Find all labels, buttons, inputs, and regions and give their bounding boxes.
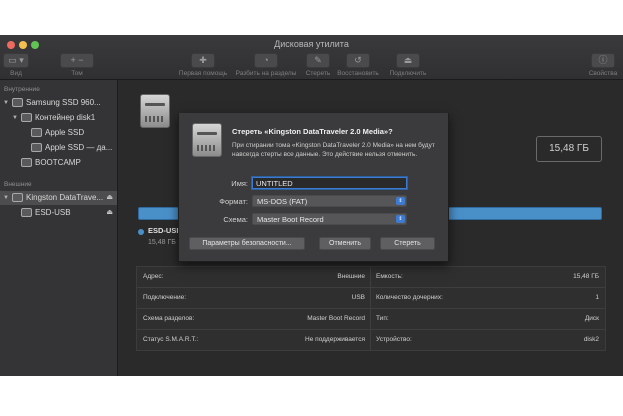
- disk-icon: [140, 94, 170, 128]
- eject-icon[interactable]: ⏏: [106, 206, 113, 220]
- info-key: Схема разделов:: [143, 315, 195, 322]
- toolbar-first-aid[interactable]: ✚ Первая помощь: [178, 53, 228, 77]
- info-value: Не поддерживается: [305, 336, 365, 343]
- sidebar-item-label: ESD-USB: [35, 208, 71, 217]
- info-value: disk2: [583, 336, 599, 343]
- partition-legend-name: ESD-USB: [148, 226, 182, 235]
- format-select-value: MS-DOS (FAT): [257, 197, 308, 206]
- sidebar-item-label: Kingston DataTrave...: [26, 193, 104, 202]
- sidebar-section-external: Внешние: [4, 181, 32, 188]
- external-disk-icon: [12, 193, 23, 202]
- sidebar: Внутренние ▼ Samsung SSD 960... ▼ Контей…: [0, 80, 118, 376]
- info-icon[interactable]: ⓘ: [591, 53, 615, 68]
- toolbar-first-aid-label: Первая помощь: [178, 70, 228, 77]
- toolbar-restore[interactable]: ↺ Восстановить: [335, 53, 381, 77]
- disclosure-triangle-icon[interactable]: ▼: [3, 96, 9, 110]
- name-label: Имя:: [231, 179, 248, 188]
- info-value: Диск: [584, 315, 599, 322]
- info-value: Master Boot Record: [307, 315, 365, 322]
- sidebar-item-label: Apple SSD: [45, 128, 85, 137]
- disk-utility-window: Дисковая утилита ▭ ▾ Вид + − Том ✚ Перва…: [0, 35, 623, 376]
- sidebar-item-apple-ssd-data[interactable]: Apple SSD — да...: [0, 141, 117, 155]
- info-value: 15,48 ГБ: [573, 273, 599, 280]
- sidebar-item-label: Apple SSD — да...: [45, 143, 113, 152]
- info-key: Емкость:: [376, 273, 403, 280]
- sidebar-item-label: BOOTCAMP: [35, 158, 81, 167]
- info-key: Адрес:: [143, 273, 164, 280]
- toolbar-erase[interactable]: ✎ Стереть: [303, 53, 333, 77]
- toolbar-volume[interactable]: + − Том: [60, 53, 94, 77]
- erase-button[interactable]: Стереть: [380, 237, 435, 250]
- sidebar-section-internal: Внутренние: [4, 86, 40, 93]
- toolbar-view-label: Вид: [10, 70, 22, 77]
- info-key: Тип:: [376, 315, 389, 322]
- volume-icon: [31, 128, 42, 137]
- sidebar-item-apple-ssd[interactable]: Apple SSD: [0, 126, 117, 140]
- info-key: Устройство:: [376, 336, 412, 343]
- add-remove-volume-icon[interactable]: + −: [60, 53, 94, 68]
- sidebar-item-esd-usb[interactable]: ESD-USB ⏏: [0, 206, 117, 220]
- toolbar-erase-label: Стереть: [305, 70, 331, 77]
- window-title: Дисковая утилита: [274, 39, 349, 49]
- format-select[interactable]: MS-DOS (FAT) ⇕: [252, 195, 407, 207]
- chevron-updown-icon: ⇕: [396, 197, 405, 205]
- name-input[interactable]: UNTITLED: [252, 177, 407, 189]
- toolbar-mount[interactable]: ⏏ Подключить: [386, 53, 430, 77]
- mount-icon[interactable]: ⏏: [396, 53, 420, 68]
- toolbar-mount-label: Подключить: [389, 70, 427, 77]
- toolbar-volume-label: Том: [71, 70, 83, 77]
- info-key: Подключение:: [143, 294, 187, 301]
- dialog-title: Стереть «Kingston DataTraveler 2.0 Media…: [232, 127, 393, 136]
- sidebar-item-samsung-ssd[interactable]: ▼ Samsung SSD 960...: [0, 96, 117, 110]
- scheme-select[interactable]: Master Boot Record ⇕: [252, 213, 407, 225]
- container-icon: [21, 113, 32, 122]
- sidebar-item-label: Samsung SSD 960...: [26, 98, 101, 107]
- volume-icon: [31, 143, 42, 152]
- erase-dialog: Стереть «Kingston DataTraveler 2.0 Media…: [178, 113, 449, 262]
- partition-legend-dot: [138, 229, 144, 235]
- scheme-label: Схема:: [223, 215, 248, 224]
- info-key: Количество дочерних:: [376, 294, 443, 301]
- partition-legend-size: 15,48 ГБ: [148, 239, 176, 246]
- info-value: USB: [351, 294, 365, 301]
- titlebar: Дисковая утилита ▭ ▾ Вид + − Том ✚ Перва…: [0, 35, 623, 80]
- cancel-button[interactable]: Отменить: [319, 237, 371, 250]
- eject-icon[interactable]: ⏏: [106, 191, 113, 205]
- sidebar-item-container-disk1[interactable]: ▼ Контейнер disk1: [0, 111, 117, 125]
- sidebar-item-bootcamp[interactable]: BOOTCAMP: [0, 156, 117, 170]
- toolbar-view[interactable]: ▭ ▾ Вид: [3, 53, 29, 77]
- disclosure-triangle-icon[interactable]: ▼: [12, 111, 18, 125]
- security-options-button[interactable]: Параметры безопасности...: [189, 237, 305, 250]
- info-value: 1: [595, 294, 599, 301]
- scheme-select-value: Master Boot Record: [257, 215, 324, 224]
- toolbar-info[interactable]: ⓘ Свойства: [587, 53, 619, 77]
- internal-disk-icon: [12, 98, 23, 107]
- disk-icon: [192, 123, 222, 157]
- info-table: Адрес: Внешние Подключение: USB Схема ра…: [136, 266, 606, 351]
- chevron-updown-icon: ⇕: [396, 215, 405, 223]
- partition-icon[interactable]: ◔: [254, 53, 278, 68]
- volume-icon: [21, 158, 32, 167]
- format-label: Формат:: [219, 197, 248, 206]
- toolbar-restore-label: Восстановить: [337, 70, 379, 77]
- disclosure-triangle-icon[interactable]: ▼: [3, 191, 9, 205]
- toolbar-partition[interactable]: ◔ Разбить на разделы: [233, 53, 299, 77]
- restore-icon[interactable]: ↺: [346, 53, 370, 68]
- disk-size-box: 15,48 ГБ: [536, 136, 602, 162]
- sidebar-item-kingston[interactable]: ▼ Kingston DataTrave... ⏏: [0, 191, 117, 205]
- first-aid-icon[interactable]: ✚: [191, 53, 215, 68]
- toolbar-partition-label: Разбить на разделы: [235, 70, 297, 77]
- info-key: Статус S.M.A.R.T.:: [143, 336, 199, 343]
- dialog-message: При стирании тома «Kingston DataTraveler…: [232, 142, 435, 158]
- sidebar-item-label: Контейнер disk1: [35, 113, 96, 122]
- view-icon[interactable]: ▭ ▾: [3, 53, 29, 68]
- erase-icon[interactable]: ✎: [306, 53, 330, 68]
- info-value: Внешние: [337, 273, 365, 280]
- volume-icon: [21, 208, 32, 217]
- toolbar-info-label: Свойства: [588, 70, 618, 77]
